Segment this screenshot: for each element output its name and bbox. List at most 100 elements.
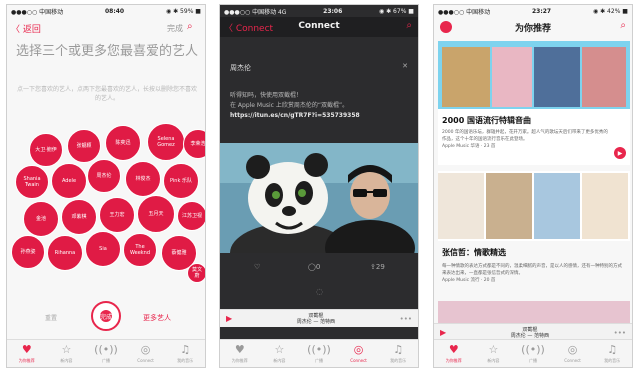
tab-connect[interactable]: ◎ Connect: [553, 340, 593, 367]
comment-icon[interactable]: ◯ 0: [308, 263, 320, 271]
tab-bar: ♥ 为你推荐 ☆ 新内容 ((•)) 广播 ◎ Connect ♫ 我的音乐: [434, 339, 632, 367]
battery-text: ◉ ✱ 42% ■: [592, 7, 628, 15]
post-line: 在 Apple Music 上欣赏周杰伦的“双截棍”。: [230, 102, 349, 109]
music-note-icon: ♫: [180, 342, 191, 356]
play-button[interactable]: ▶: [614, 147, 626, 159]
close-icon[interactable]: ✕: [402, 62, 408, 70]
tab-我的音乐[interactable]: ♫ 我的音乐: [165, 340, 205, 367]
nav-bar: 为你推荐 ⌕: [434, 17, 632, 37]
artist-bubble[interactable]: 周杰伦: [87, 159, 121, 193]
artist-bubble[interactable]: Rihanna: [47, 235, 83, 271]
artist-bubble[interactable]: 五月天: [137, 195, 175, 233]
share-icon[interactable]: ⇪ 29: [370, 263, 385, 271]
more-icon[interactable]: •••: [400, 315, 412, 323]
connect-icon: ◎: [140, 343, 151, 356]
tab-label: 新内容: [487, 357, 500, 363]
tab-我的音乐[interactable]: ♫ 我的音乐: [378, 340, 418, 367]
tab-广播[interactable]: ((•)) 广播: [299, 340, 339, 367]
more-artists-button[interactable]: 更多艺人: [143, 313, 171, 323]
bottom-controls: 重置 完成 更多艺人: [7, 301, 205, 331]
album-tile[interactable]: [438, 173, 484, 239]
post-photo[interactable]: [220, 143, 418, 253]
artist-bubble[interactable]: Pink 乐队: [163, 163, 199, 199]
tab-广播[interactable]: ((•)) 广播: [513, 340, 553, 367]
post-line: 听得知吗，快使用双截棍！: [230, 92, 303, 99]
artist-bubble[interactable]: Sia: [85, 231, 121, 267]
page-title: 选择三个或更多您最喜爱的艺人: [15, 44, 198, 59]
now-playing-info[interactable]: 双截棍 周杰伦 — 范特西: [232, 313, 399, 325]
heart-icon: ♥: [448, 342, 459, 356]
tab-label: 广播: [528, 357, 537, 363]
playlist-title: 2000 国语流行特辑音曲: [442, 116, 532, 125]
instructions-text: 点一下您喜欢的艺人，点两下您最喜欢的艺人，长按以删除您不喜欢的艺人。: [17, 86, 198, 102]
now-playing-artist: 周杰伦 — 范特西: [296, 318, 335, 325]
post-artist-name[interactable]: 周杰伦: [230, 63, 251, 73]
search-icon[interactable]: ⌕: [406, 20, 412, 31]
artist-bubble[interactable]: 大卫·鲍伊: [29, 133, 63, 167]
star-icon: ☆: [61, 342, 72, 356]
search-icon[interactable]: ⌕: [187, 21, 199, 33]
comment-count: 0: [315, 263, 321, 271]
album-cover: [442, 47, 490, 107]
artist-bubble[interactable]: 邓紫棋: [61, 199, 97, 235]
section-title[interactable]: 张信哲：情歌精选: [442, 247, 506, 258]
artist-bubble[interactable]: 李荣浩: [183, 129, 205, 159]
phone-screen-connect: ●●●○○ 中国移动 4G 23:06 ◉ ✱ 67% ■ 〈 Connect …: [219, 4, 419, 368]
tab-新内容[interactable]: ☆ 新内容: [260, 340, 300, 367]
tab-label: 为你推荐: [445, 357, 462, 363]
section-meta: Apple Music 流行 · 20 首: [442, 278, 496, 283]
tab-新内容[interactable]: ☆ 新内容: [47, 340, 87, 367]
more-icon[interactable]: •••: [614, 329, 626, 337]
artist-bubble[interactable]: The Weeknd: [123, 233, 157, 267]
reset-button[interactable]: 重置: [45, 313, 57, 322]
artist-bubble[interactable]: 王力宏: [99, 197, 135, 233]
tab-广播[interactable]: ((•)) 广播: [86, 340, 126, 367]
post-link[interactable]: https://itun.es/cn/gTR7F?i=535739358: [230, 111, 410, 121]
artist-bubble[interactable]: 林俊杰: [125, 161, 161, 197]
back-button[interactable]: 〈 返回: [11, 22, 41, 35]
tab-connect[interactable]: ◎ Connect: [126, 340, 166, 367]
now-playing-info[interactable]: 双截棍 周杰伦 — 范特西: [446, 327, 613, 339]
clock-text: 23:06: [323, 7, 343, 15]
artist-bubble[interactable]: 江苏卫视: [177, 201, 205, 231]
album-tile[interactable]: [534, 173, 580, 239]
artist-bubble[interactable]: 莫文蔚: [187, 263, 205, 283]
heart-outline-icon[interactable]: ♡: [254, 263, 260, 271]
artist-bubble[interactable]: Shania Twain: [15, 165, 49, 199]
tab-label: Connect: [137, 358, 154, 363]
tab-label: Connect: [350, 358, 367, 363]
progress-ring[interactable]: 完成: [91, 301, 121, 331]
album-cover-strip[interactable]: [438, 301, 630, 325]
album-cover-strip: [438, 41, 630, 109]
artist-bubble[interactable]: 金池: [23, 201, 59, 237]
tab-为你推荐[interactable]: ♥ 为你推荐: [220, 340, 260, 367]
tab-新内容[interactable]: ☆ 新内容: [474, 340, 514, 367]
artist-bubble[interactable]: Selena Gomez: [147, 123, 185, 161]
tab-label: 新内容: [273, 357, 286, 363]
post-body: 听得知吗，快使用双截棍！ 在 Apple Music 上欣赏周杰伦的“双截棍”。…: [230, 91, 410, 121]
done-button[interactable]: 完成: [167, 23, 183, 34]
radio-icon: ((•)): [94, 342, 118, 356]
mini-player[interactable]: ▶ 双截棍 周杰伦 — 范特西 •••: [220, 309, 418, 327]
artist-bubble[interactable]: Adele: [51, 163, 87, 199]
done-center-button[interactable]: 完成: [100, 310, 112, 322]
artist-bubble[interactable]: 孙燕姿: [11, 235, 45, 269]
artist-bubble[interactable]: 张靓颖: [67, 129, 101, 163]
tab-我的音乐[interactable]: ♫ 我的音乐: [592, 340, 632, 367]
tab-label: 我的音乐: [604, 357, 621, 363]
album-cover: [534, 47, 580, 107]
tab-为你推荐[interactable]: ♥ 为你推荐: [434, 340, 474, 367]
album-tile[interactable]: [582, 173, 628, 239]
phone-screen-for-you: ●●●○○ 中国移动 23:27 ◉ ✱ 42% ■ 为你推荐 ⌕ 2000 国…: [433, 4, 633, 368]
tab-label: 为你推荐: [231, 357, 248, 363]
album-tile[interactable]: [486, 173, 532, 239]
tab-为你推荐[interactable]: ♥ 为你推荐: [7, 340, 47, 367]
post-actions: ♡ ◯ 0 ⇪ 29: [220, 263, 418, 277]
search-icon[interactable]: ⌕: [620, 20, 626, 31]
playlist-meta: Apple Music 华语 · 23 首: [442, 144, 496, 149]
featured-playlist-card[interactable]: 2000 国语流行特辑音曲 2000 年的国语乐坛，群雄并起，花开万家。超人气的…: [438, 41, 630, 165]
tab-connect[interactable]: ◎ Connect: [339, 340, 379, 367]
tab-label: 新内容: [60, 357, 73, 363]
artist-bubble[interactable]: 陈奕迅: [105, 125, 141, 161]
tab-label: 为你推荐: [18, 357, 35, 363]
